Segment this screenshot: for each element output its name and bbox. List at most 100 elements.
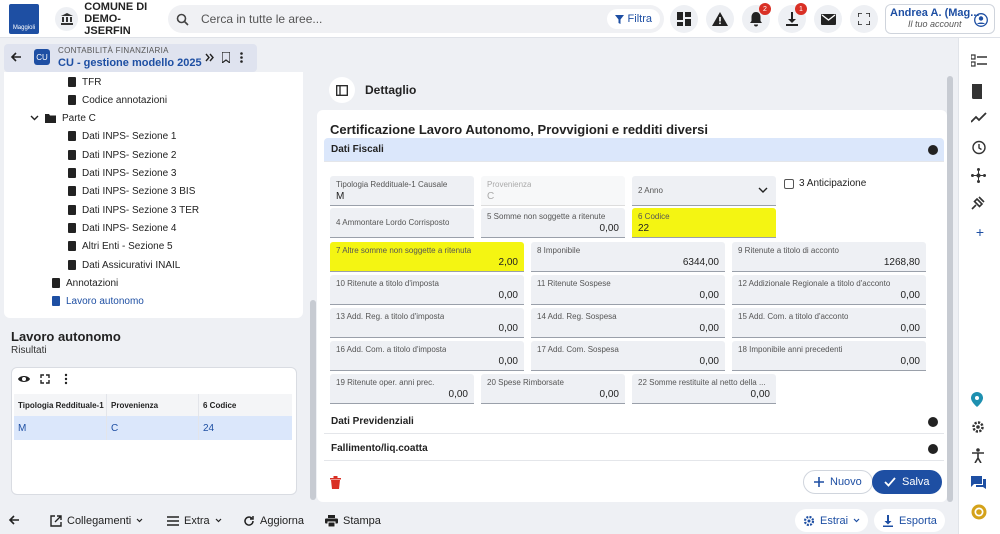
collegamenti-button[interactable]: Collegamenti bbox=[42, 509, 152, 532]
column-header[interactable]: Tipologia Reddituale-1 bbox=[14, 394, 107, 416]
checkbox-box[interactable] bbox=[784, 178, 794, 189]
column-header[interactable]: Provenienza bbox=[107, 394, 199, 416]
section-dati-fiscali[interactable]: Dati Fiscali bbox=[324, 138, 944, 162]
tree-item-tfr[interactable]: TFR bbox=[68, 73, 101, 91]
field-anno-select[interactable]: 2 Anno bbox=[632, 176, 776, 206]
tree-item-codice-annotazioni[interactable]: Codice annotazioni bbox=[68, 91, 167, 109]
field-20[interactable]: 20 Spese Rimborsate 0,00 bbox=[481, 374, 625, 404]
user-account-button[interactable]: Andrea A. (Mag... Il tuo account bbox=[885, 4, 995, 34]
add-icon[interactable]: + bbox=[971, 224, 989, 242]
more-vert-icon[interactable] bbox=[59, 372, 73, 386]
trend-icon[interactable] bbox=[971, 112, 989, 130]
tree-item-inps-1[interactable]: Dati INPS- Sezione 1 bbox=[68, 127, 177, 145]
tree-item-inps-3-bis[interactable]: Dati INPS- Sezione 3 BIS bbox=[68, 182, 195, 200]
field-17[interactable]: 17 Add. Com. Sospesa 0,00 bbox=[531, 341, 725, 371]
messages-button[interactable] bbox=[814, 5, 842, 33]
plugin-icon[interactable] bbox=[971, 196, 989, 214]
tree-item-inps-4[interactable]: Dati INPS- Sezione 4 bbox=[68, 219, 177, 237]
document-icon bbox=[52, 278, 60, 288]
entity-selector[interactable]: COMUNE DI DEMO-JSERFIN bbox=[55, 1, 165, 37]
field-16[interactable]: 16 Add. Com. a titolo d'imposta 0,00 bbox=[330, 341, 524, 371]
field-12[interactable]: 12 Addizionale Regionale a titolo d'acco… bbox=[732, 275, 926, 305]
tree-item-altri-enti[interactable]: Altri Enti - Sezione 5 bbox=[68, 237, 173, 255]
chevron-down-icon[interactable] bbox=[30, 115, 39, 121]
field-18[interactable]: 18 Imponibile anni precedenti 0,00 bbox=[732, 341, 926, 371]
chat-icon[interactable] bbox=[971, 476, 989, 494]
esporta-button[interactable]: Esporta bbox=[874, 509, 945, 532]
collapse-icon[interactable] bbox=[205, 53, 214, 62]
field-label: 8 Imponibile bbox=[537, 246, 581, 255]
list-view-icon[interactable] bbox=[971, 54, 989, 72]
dashboard-button[interactable] bbox=[670, 5, 698, 33]
results-grid: Tipologia Reddituale-1 Provenienza 6 Cod… bbox=[11, 367, 297, 495]
field-15[interactable]: 15 Add. Com. a titolo d'acconto 0,00 bbox=[732, 308, 926, 338]
field-label: 9 Ritenute a titolo di acconto bbox=[738, 246, 839, 255]
bookmark-icon[interactable] bbox=[222, 52, 230, 63]
tree-item-annotazioni[interactable]: Annotazioni bbox=[52, 274, 118, 292]
stampa-button[interactable]: Stampa bbox=[317, 509, 389, 532]
fullscreen-button[interactable] bbox=[850, 5, 878, 33]
field-10[interactable]: 10 Ritenute a titolo d'imposta 0,00 bbox=[330, 275, 524, 305]
collegamenti-label: Collegamenti bbox=[67, 514, 132, 527]
field-tipologia[interactable]: Tipologia Reddituale-1 Causale M bbox=[330, 176, 474, 206]
table-row[interactable]: M C 24 bbox=[14, 416, 292, 440]
settings-gear-icon[interactable] bbox=[971, 420, 989, 438]
expand-arrow-icon[interactable] bbox=[928, 444, 938, 454]
field-8[interactable]: 8 Imponibile 6344,00 bbox=[531, 242, 725, 272]
estrai-button[interactable]: Estrai bbox=[795, 509, 869, 532]
filter-button[interactable]: Filtra bbox=[606, 9, 660, 29]
section-label: Fallimento/liq.coatta bbox=[331, 443, 428, 454]
tree-item-inail[interactable]: Dati Assicurativi INAIL bbox=[68, 256, 180, 274]
trash-icon[interactable] bbox=[330, 476, 341, 489]
left-scrollbar[interactable] bbox=[310, 300, 316, 500]
expand-arrow-icon[interactable] bbox=[928, 417, 938, 427]
field-11[interactable]: 11 Ritenute Sospese 0,00 bbox=[531, 275, 725, 305]
warning-icon bbox=[712, 12, 728, 26]
field-19[interactable]: 19 Ritenute oper. anni prec. 0,00 bbox=[330, 374, 474, 404]
tree-item-inps-3[interactable]: Dati INPS- Sezione 3 bbox=[68, 164, 177, 182]
section-dati-previdenziali[interactable]: Dati Previdenziali bbox=[324, 410, 944, 434]
field-13[interactable]: 13 Add. Reg. a titolo d'imposta 0,00 bbox=[330, 308, 524, 338]
extra-button[interactable]: Extra bbox=[159, 509, 230, 532]
book-icon[interactable] bbox=[971, 84, 989, 102]
salva-button[interactable]: Salva bbox=[872, 470, 942, 494]
eye-icon[interactable] bbox=[17, 372, 31, 386]
back-arrow-icon[interactable] bbox=[8, 514, 20, 526]
nuovo-button[interactable]: Nuovo bbox=[803, 470, 873, 494]
detail-scrollbar[interactable] bbox=[947, 76, 953, 502]
checkbox-label: 3 Anticipazione bbox=[799, 178, 867, 189]
field-22[interactable]: 22 Somme restituite al netto della ... 0,… bbox=[632, 374, 776, 404]
back-arrow-icon[interactable] bbox=[10, 51, 22, 63]
tree-item-parte-c[interactable]: Parte C bbox=[30, 109, 96, 127]
more-vert-icon[interactable] bbox=[240, 52, 243, 63]
field-7[interactable]: 7 Altre somme non soggette a ritenuta 2,0… bbox=[330, 242, 524, 272]
field-label: Provenienza bbox=[487, 180, 532, 189]
location-pin-icon[interactable] bbox=[971, 392, 989, 410]
anticipazione-checkbox[interactable]: 3 Anticipazione bbox=[784, 178, 866, 189]
tree-item-inps-2[interactable]: Dati INPS- Sezione 2 bbox=[68, 146, 177, 164]
sidebar-toggle-icon[interactable] bbox=[329, 77, 355, 103]
tree-item-lavoro-autonomo[interactable]: Lavoro autonomo bbox=[52, 292, 144, 310]
results-title: Lavoro autonomo bbox=[11, 329, 121, 344]
field-label: 12 Addizionale Regionale a titolo d'acco… bbox=[738, 279, 891, 288]
maggioli-logo[interactable]: Maggioli bbox=[9, 4, 39, 34]
support-icon[interactable] bbox=[971, 504, 989, 522]
field-6-codice[interactable]: 6 Codice 22 bbox=[632, 208, 776, 238]
warnings-button[interactable] bbox=[706, 5, 734, 33]
field-4[interactable]: 4 Ammontare Lordo Corrisposto bbox=[330, 208, 474, 238]
downloads-button[interactable]: 1 bbox=[778, 3, 807, 33]
field-5[interactable]: 5 Somme non soggette a ritenute 0,00 bbox=[481, 208, 625, 238]
tree-item-inps-3-ter[interactable]: Dati INPS- Sezione 3 TER bbox=[68, 201, 199, 219]
field-14[interactable]: 14 Add. Reg. Sospesa 0,00 bbox=[531, 308, 725, 338]
column-header[interactable]: 6 Codice bbox=[199, 394, 292, 416]
history-icon[interactable] bbox=[971, 140, 989, 158]
aggiorna-button[interactable]: Aggiorna bbox=[235, 509, 313, 532]
accessibility-icon[interactable] bbox=[971, 448, 989, 466]
hub-icon[interactable] bbox=[971, 168, 989, 186]
collapse-arrow-icon[interactable] bbox=[928, 145, 938, 155]
section-fallimento[interactable]: Fallimento/liq.coatta bbox=[324, 437, 944, 461]
notifications-button[interactable]: 2 bbox=[742, 3, 771, 33]
expand-icon[interactable] bbox=[38, 372, 52, 386]
global-search[interactable]: Cerca in tutte le aree... Filtra bbox=[168, 5, 664, 33]
field-9[interactable]: 9 Ritenute a titolo di acconto 1268,80 bbox=[732, 242, 926, 272]
